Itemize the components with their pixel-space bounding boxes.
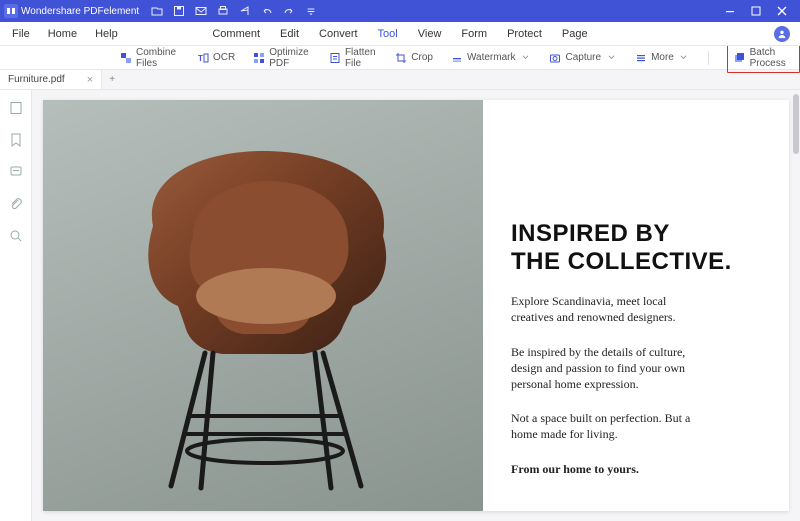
menu-home[interactable]: Home bbox=[48, 28, 77, 40]
ocr-icon: T bbox=[197, 52, 209, 64]
svg-text:T: T bbox=[198, 54, 203, 63]
ocr-label: OCR bbox=[213, 52, 235, 63]
document-tab-bar: Furniture.pdf × + bbox=[0, 70, 800, 90]
menu-edit[interactable]: Edit bbox=[280, 28, 299, 40]
minimize-button[interactable] bbox=[724, 5, 736, 17]
open-icon[interactable] bbox=[151, 5, 163, 17]
page-text-column: INSPIRED BY THE COLLECTIVE. Explore Scan… bbox=[483, 100, 789, 511]
vertical-scrollbar[interactable] bbox=[793, 94, 799, 154]
more-icon bbox=[635, 52, 647, 64]
tab-label: Furniture.pdf bbox=[8, 74, 65, 85]
combine-icon bbox=[120, 52, 132, 64]
menu-bar: File Home Help Comment Edit Convert Tool… bbox=[0, 22, 800, 46]
menu-file[interactable]: File bbox=[12, 28, 30, 40]
paragraph-2: Be inspired by the details of culture, d… bbox=[511, 344, 711, 393]
flatten-icon bbox=[329, 52, 341, 64]
capture-label: Capture bbox=[565, 52, 601, 63]
close-button[interactable] bbox=[776, 5, 788, 17]
batch-icon bbox=[734, 52, 746, 64]
new-tab-button[interactable]: + bbox=[102, 70, 122, 89]
batch-process-button[interactable]: Batch Process bbox=[727, 43, 800, 73]
app-logo-icon bbox=[4, 4, 18, 18]
menu-view[interactable]: View bbox=[418, 28, 442, 40]
quick-access bbox=[151, 5, 317, 17]
search-icon[interactable] bbox=[8, 228, 24, 244]
capture-button[interactable]: Capture bbox=[549, 52, 617, 64]
paragraph-1: Explore Scandinavia, meet local creative… bbox=[511, 293, 711, 325]
print-icon[interactable] bbox=[217, 5, 229, 17]
batch-label: Batch Process bbox=[750, 47, 793, 69]
thumbnails-icon[interactable] bbox=[8, 100, 24, 116]
mail-icon[interactable] bbox=[195, 5, 207, 17]
optimize-icon bbox=[253, 52, 265, 64]
document-tab[interactable]: Furniture.pdf × bbox=[0, 70, 102, 89]
left-sidebar bbox=[0, 90, 32, 521]
menu-tool[interactable]: Tool bbox=[378, 28, 398, 40]
more-label: More bbox=[651, 52, 674, 63]
optimize-button[interactable]: Optimize PDF bbox=[253, 47, 311, 69]
share-icon[interactable] bbox=[239, 5, 251, 17]
ribbon-toolbar: Combine Files T OCR Optimize PDF Flatten… bbox=[0, 46, 800, 70]
crop-button[interactable]: Crop bbox=[395, 52, 433, 64]
chevron-down-icon bbox=[519, 52, 531, 64]
menu-comment[interactable]: Comment bbox=[212, 28, 260, 40]
flatten-button[interactable]: Flatten File bbox=[329, 47, 377, 69]
menu-help[interactable]: Help bbox=[95, 28, 118, 40]
user-avatar-icon[interactable] bbox=[774, 26, 790, 42]
watermark-icon bbox=[451, 52, 463, 64]
save-icon[interactable] bbox=[173, 5, 185, 17]
menu-convert[interactable]: Convert bbox=[319, 28, 358, 40]
title-bar: Wondershare PDFelement bbox=[0, 0, 800, 22]
menu-form[interactable]: Form bbox=[461, 28, 487, 40]
heading-line-1: INSPIRED BY bbox=[511, 220, 761, 248]
document-canvas[interactable]: INSPIRED BY THE COLLECTIVE. Explore Scan… bbox=[32, 90, 800, 521]
menu-protect[interactable]: Protect bbox=[507, 28, 542, 40]
paragraph-4: From our home to yours. bbox=[511, 461, 711, 477]
combine-files-button[interactable]: Combine Files bbox=[120, 47, 179, 69]
crop-label: Crop bbox=[411, 52, 433, 63]
bookmarks-icon[interactable] bbox=[8, 132, 24, 148]
pdf-page: INSPIRED BY THE COLLECTIVE. Explore Scan… bbox=[43, 100, 789, 511]
app-title: Wondershare PDFelement bbox=[21, 6, 139, 17]
crop-icon bbox=[395, 52, 407, 64]
toolbar-separator bbox=[708, 51, 709, 65]
paragraph-3: Not a space built on perfection. But a h… bbox=[511, 410, 711, 442]
chevron-down-icon bbox=[678, 52, 690, 64]
combine-label: Combine Files bbox=[136, 47, 179, 69]
more-button[interactable]: More bbox=[635, 52, 690, 64]
flatten-label: Flatten File bbox=[345, 47, 377, 69]
capture-icon bbox=[549, 52, 561, 64]
chair-photo bbox=[43, 100, 483, 511]
watermark-label: Watermark bbox=[467, 52, 516, 63]
comments-icon[interactable] bbox=[8, 164, 24, 180]
watermark-button[interactable]: Watermark bbox=[451, 52, 532, 64]
undo-icon[interactable] bbox=[261, 5, 273, 17]
attachments-icon[interactable] bbox=[8, 196, 24, 212]
chevron-down-icon bbox=[605, 52, 617, 64]
workspace: INSPIRED BY THE COLLECTIVE. Explore Scan… bbox=[0, 90, 800, 521]
optimize-label: Optimize PDF bbox=[269, 47, 311, 69]
close-tab-icon[interactable]: × bbox=[87, 74, 93, 86]
heading-line-2: THE COLLECTIVE. bbox=[511, 248, 761, 276]
redo-icon[interactable] bbox=[283, 5, 295, 17]
maximize-button[interactable] bbox=[750, 5, 762, 17]
ocr-button[interactable]: T OCR bbox=[197, 52, 235, 64]
menu-page[interactable]: Page bbox=[562, 28, 588, 40]
dropdown-icon[interactable] bbox=[305, 5, 317, 17]
